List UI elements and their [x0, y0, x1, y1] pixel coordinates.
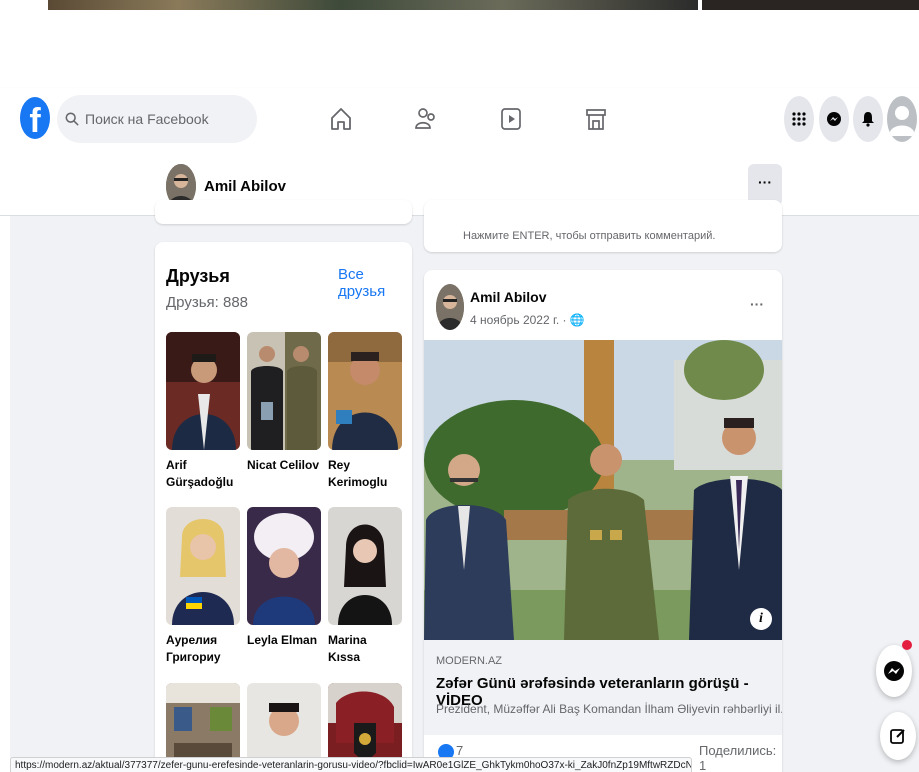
globe-icon: 🌐	[569, 313, 585, 327]
friend-photo[interactable]	[247, 507, 321, 625]
friend-tile[interactable]: Аурелия Григориу	[166, 507, 240, 666]
friend-tile[interactable]: Arif Gürşadoğlu	[166, 332, 240, 491]
account-avatar-icon[interactable]	[887, 96, 917, 142]
post-date-text[interactable]: 4 ноябрь 2022 г. ·	[470, 313, 570, 327]
new-message-button[interactable]	[880, 712, 916, 760]
notifications-icon[interactable]	[853, 96, 883, 142]
previous-post-card: Нажмите ENTER, чтобы отправить комментар…	[424, 200, 782, 252]
friend-name[interactable]: Nicat Celilov	[247, 457, 321, 474]
info-icon[interactable]: i	[750, 608, 772, 630]
friend-tile[interactable]: Rey Kerimoglu	[328, 332, 402, 491]
messenger-icon	[884, 661, 904, 681]
friends-card: Друзья Друзья: 888 Все друзья Arif Gürşa…	[155, 242, 412, 772]
previous-card-left	[155, 200, 412, 224]
friend-tile[interactable]: Marina Kıssa	[328, 507, 402, 666]
friends-icon[interactable]	[411, 104, 441, 134]
all-friends-link[interactable]: Все друзья	[338, 266, 412, 300]
browser-status-url: https://modern.az/aktual/377377/zefer-gu…	[10, 757, 692, 772]
floating-messenger-button[interactable]	[876, 645, 912, 697]
home-icon[interactable]	[326, 104, 356, 134]
comment-hint: Нажмите ENTER, чтобы отправить комментар…	[463, 230, 716, 242]
notification-dot	[902, 640, 912, 650]
friend-photo[interactable]	[166, 332, 240, 450]
friends-title: Друзья	[166, 266, 230, 286]
friend-photo[interactable]	[166, 507, 240, 625]
messenger-icon[interactable]	[819, 96, 849, 142]
profile-name[interactable]: Amil Abilov	[204, 178, 286, 195]
post-date[interactable]: 4 ноябрь 2022 г. · 🌐	[470, 313, 585, 327]
post-link-image[interactable]: i	[424, 340, 782, 640]
friend-tile[interactable]: Leyla Elman	[247, 507, 321, 649]
compose-icon	[890, 729, 905, 744]
link-domain: MODERN.AZ	[436, 655, 502, 667]
menu-icon[interactable]	[784, 96, 814, 142]
like-count[interactable]: 7	[456, 743, 463, 758]
avatar[interactable]	[436, 284, 464, 330]
search-box[interactable]	[57, 95, 257, 143]
link-preview[interactable]: MODERN.AZ Zəfər Günü ərəfəsində veteranl…	[424, 640, 782, 735]
friend-photo[interactable]	[247, 332, 321, 450]
friend-photo[interactable]	[328, 507, 402, 625]
friend-name[interactable]: Аурелия Григориу	[166, 632, 240, 666]
friend-photo[interactable]	[328, 332, 402, 450]
top-nav-bar: f	[0, 88, 919, 150]
friend-name[interactable]: Marina Kıssa	[328, 632, 402, 666]
search-input[interactable]	[85, 111, 245, 127]
friends-count: Друзья: 888	[166, 294, 249, 311]
post-more-button[interactable]: ···	[750, 296, 764, 312]
search-icon	[65, 112, 79, 126]
photo-strip-top-right	[702, 0, 919, 10]
friend-tile[interactable]: Nicat Celilov	[247, 332, 321, 474]
post-author[interactable]: Amil Abilov	[470, 289, 547, 305]
friend-name[interactable]: Arif Gürşadoğlu	[166, 457, 240, 491]
friend-name[interactable]: Rey Kerimoglu	[328, 457, 402, 491]
facebook-logo-icon[interactable]: f	[20, 97, 50, 140]
photo-strip-top	[48, 0, 698, 10]
friend-name[interactable]: Leyla Elman	[247, 632, 321, 649]
video-icon[interactable]	[496, 104, 526, 134]
post-card: Amil Abilov 4 ноябрь 2022 г. · 🌐 ··· i M…	[424, 270, 782, 772]
link-description: Prezident, Müzəffər Ali Baş Komandan İlh…	[436, 702, 782, 716]
marketplace-icon[interactable]	[581, 104, 611, 134]
share-count[interactable]: Поделились: 1	[699, 743, 782, 772]
